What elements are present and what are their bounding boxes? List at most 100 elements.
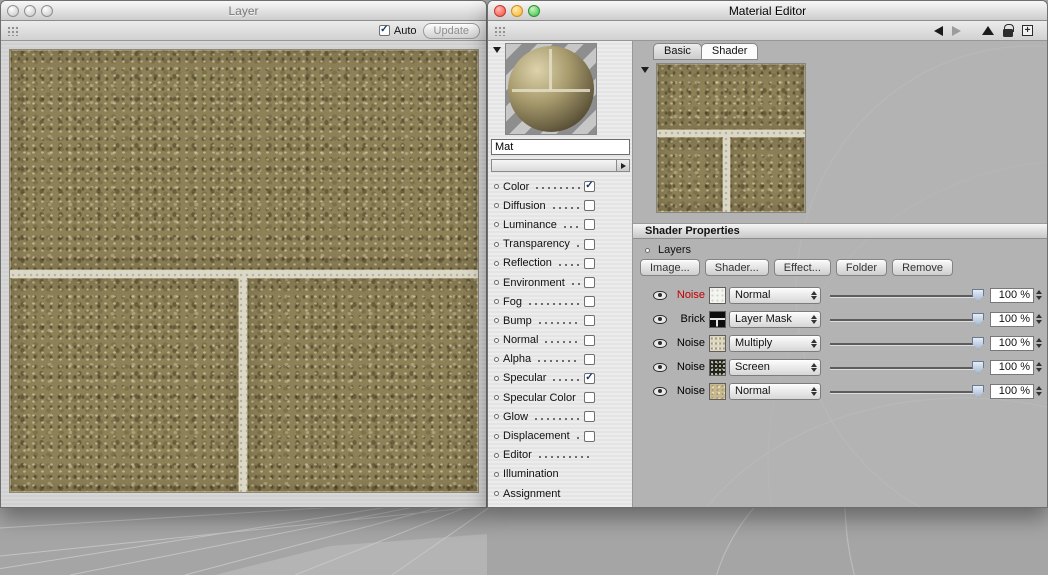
blend-mode-select[interactable]: Layer Mask: [729, 310, 821, 328]
channel-row-specular[interactable]: Specular ✓: [488, 368, 632, 389]
blend-mode-select[interactable]: Normal: [729, 382, 821, 400]
shader-button[interactable]: Shader...: [704, 259, 769, 276]
channel-checkbox[interactable]: ✓: [584, 181, 595, 193]
folder-button[interactable]: Folder: [835, 259, 888, 276]
layer-thumbnail[interactable]: [709, 334, 726, 352]
close-button[interactable]: [494, 4, 506, 17]
opacity-slider[interactable]: [830, 287, 984, 304]
layer-thumbnail[interactable]: [709, 382, 726, 400]
visibility-eye-icon[interactable]: [653, 290, 667, 300]
channel-row-glow[interactable]: Glow ✓: [488, 407, 632, 427]
channel-row-alpha[interactable]: Alpha ✓: [488, 349, 632, 369]
visibility-eye-icon[interactable]: [653, 338, 667, 348]
channel-row-assignment[interactable]: Assignment: [488, 484, 632, 503]
layer-thumbnail[interactable]: [709, 286, 726, 304]
opacity-value[interactable]: 100 %: [990, 383, 1034, 399]
image-button[interactable]: Image...: [640, 259, 700, 276]
opacity-slider[interactable]: [830, 383, 984, 400]
minimize-button[interactable]: [511, 4, 523, 17]
channel-row-transparency[interactable]: Transparency ✓: [488, 234, 632, 254]
slider-knob[interactable]: [972, 312, 984, 326]
lock-icon[interactable]: [1003, 23, 1014, 37]
toolbar-grip-icon[interactable]: [7, 25, 18, 36]
opacity-value[interactable]: 100 %: [990, 359, 1034, 375]
back-icon[interactable]: [934, 25, 943, 36]
shader-expander-icon[interactable]: [641, 67, 649, 73]
shader-texture-preview[interactable]: [656, 63, 806, 213]
visibility-eye-icon[interactable]: [653, 386, 667, 396]
blend-mode-select[interactable]: Normal: [729, 286, 821, 304]
channel-row-luminance[interactable]: Luminance ✓: [488, 215, 632, 235]
channel-checkbox[interactable]: ✓: [584, 200, 595, 212]
material-name-input[interactable]: [491, 139, 630, 155]
opacity-slider[interactable]: [830, 359, 984, 376]
channel-checkbox[interactable]: ✓: [584, 296, 595, 308]
opacity-stepper[interactable]: [1036, 338, 1042, 348]
forward-icon[interactable]: [952, 25, 961, 36]
zoom-button[interactable]: [528, 4, 540, 17]
channel-checkbox[interactable]: ✓: [584, 315, 595, 327]
auto-checkbox-group[interactable]: ✓ Auto: [378, 25, 417, 37]
channel-checkbox[interactable]: ✓: [584, 353, 595, 365]
opacity-stepper[interactable]: [1036, 290, 1042, 300]
up-icon[interactable]: [982, 26, 994, 35]
material-editor-titlebar[interactable]: Material Editor: [488, 1, 1047, 21]
channel-row-color[interactable]: Color ✓: [488, 177, 632, 197]
channel-checkbox[interactable]: ✓: [584, 372, 595, 384]
add-icon[interactable]: [1022, 25, 1033, 36]
close-button[interactable]: [7, 4, 19, 17]
opacity-slider[interactable]: [830, 335, 984, 352]
update-button[interactable]: Update: [422, 22, 480, 39]
opacity-slider[interactable]: [830, 311, 984, 328]
layer-titlebar[interactable]: Layer: [1, 1, 486, 21]
material-preview[interactable]: [505, 43, 597, 135]
slider-knob[interactable]: [972, 336, 984, 350]
effect-button[interactable]: Effect...: [773, 259, 831, 276]
tab-shader[interactable]: Shader: [700, 43, 759, 60]
channel-checkbox[interactable]: ✓: [584, 219, 595, 231]
channel-row-bump[interactable]: Bump ✓: [488, 311, 632, 331]
auto-checkbox[interactable]: ✓: [378, 25, 390, 36]
slider-knob[interactable]: [972, 360, 984, 374]
channel-row-normal[interactable]: Normal ✓: [488, 330, 632, 350]
opacity-value[interactable]: 100 %: [990, 287, 1034, 303]
slider-knob[interactable]: [972, 384, 984, 398]
opacity-stepper[interactable]: [1036, 362, 1042, 372]
channel-row-illumination[interactable]: Illumination: [488, 465, 632, 484]
channel-row-specular-color[interactable]: Specular Color ✓: [488, 388, 632, 408]
toolbar-grip-icon[interactable]: [494, 25, 505, 36]
channel-checkbox[interactable]: ✓: [584, 334, 595, 346]
preview-disclosure-icon[interactable]: [493, 47, 501, 53]
sphere-grout-vertical: [549, 49, 553, 90]
channel-row-editor[interactable]: Editor: [488, 445, 632, 465]
opacity-value[interactable]: 100 %: [990, 335, 1034, 351]
layer-thumbnail[interactable]: [709, 310, 726, 328]
channel-row-environment[interactable]: Environment ✓: [488, 272, 632, 293]
channel-checkbox[interactable]: ✓: [584, 257, 595, 269]
remove-button[interactable]: Remove: [892, 259, 954, 276]
channel-row-fog[interactable]: Fog ✓: [488, 292, 632, 312]
layer-thumbnail[interactable]: [709, 358, 726, 376]
opacity-stepper[interactable]: [1036, 314, 1042, 324]
popup-arrow-button[interactable]: [616, 160, 629, 171]
channel-checkbox[interactable]: ✓: [584, 411, 595, 423]
blend-mode-select[interactable]: Multiply: [729, 334, 821, 352]
minimize-button[interactable]: [24, 4, 36, 17]
zoom-button[interactable]: [41, 4, 53, 17]
slider-knob[interactable]: [972, 288, 984, 302]
channel-checkbox[interactable]: ✓: [584, 277, 595, 289]
channel-checkbox[interactable]: ✓: [584, 430, 595, 442]
channel-bullet-icon: [494, 241, 499, 247]
tab-basic[interactable]: Basic: [653, 43, 702, 60]
channel-row-diffusion[interactable]: Diffusion ✓: [488, 196, 632, 216]
opacity-value[interactable]: 100 %: [990, 311, 1034, 327]
material-popup-bar[interactable]: [491, 159, 630, 172]
visibility-eye-icon[interactable]: [653, 314, 667, 324]
channel-row-reflection[interactable]: Reflection ✓: [488, 253, 632, 273]
blend-mode-select[interactable]: Screen: [729, 358, 821, 376]
channel-checkbox[interactable]: ✓: [584, 238, 595, 250]
channel-row-displacement[interactable]: Displacement ✓: [488, 426, 632, 446]
channel-checkbox[interactable]: ✓: [584, 392, 595, 404]
opacity-stepper[interactable]: [1036, 386, 1042, 396]
visibility-eye-icon[interactable]: [653, 362, 667, 372]
